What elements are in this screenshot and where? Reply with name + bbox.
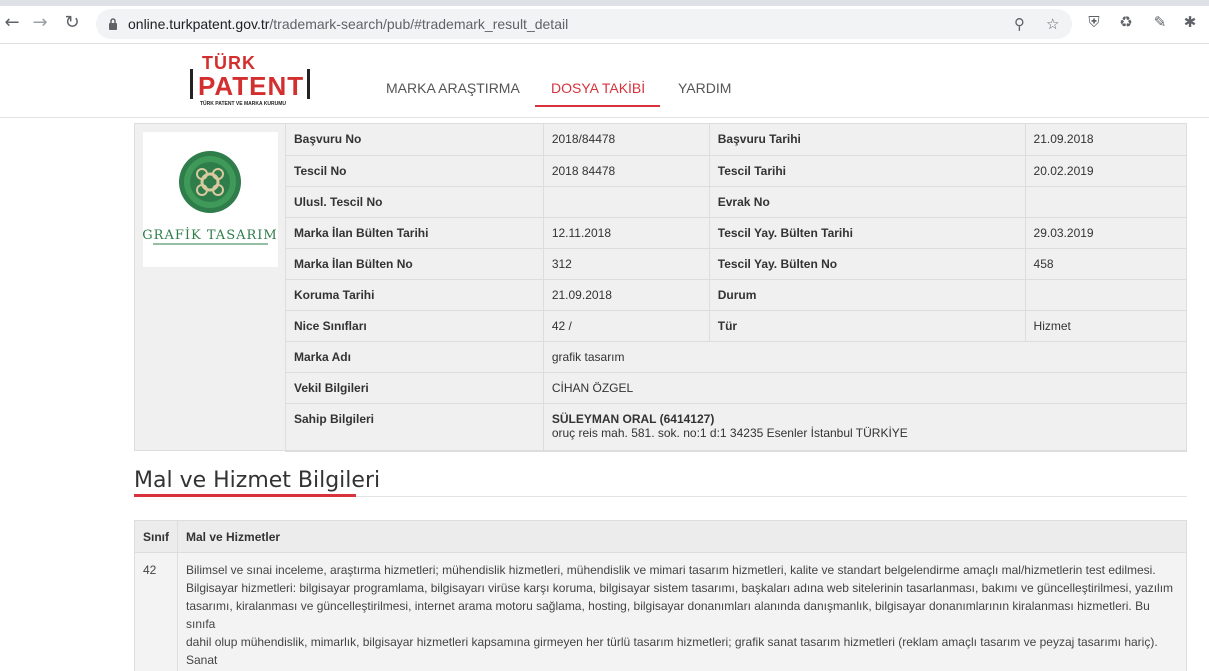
url-path: /trademark-search/pub/#trademark_result_…	[269, 16, 569, 32]
tab-strip	[0, 0, 1209, 6]
marka-adi-value: grafik tasarım	[542, 341, 1187, 373]
vekil-value: CİHAN ÖZGEL	[542, 372, 1187, 404]
field-label: Tescil Tarihi	[708, 155, 1026, 187]
trademark-image: GRAFİK TASARIM	[142, 132, 278, 267]
column-header-class: Sınıf	[134, 520, 178, 553]
trademark-logo-graphic: GRAFİK TASARIM	[142, 151, 278, 245]
field-label: Marka Adı	[285, 341, 544, 373]
trademark-detail-panel: GRAFİK TASARIM Başvuru No 2018/84478 Başvu…	[134, 123, 1187, 452]
table-row: Başvuru No 2018/84478 Başvuru Tarihi 21.09.…	[285, 124, 1187, 156]
extension-shield-icon[interactable]: ⛨	[1084, 13, 1104, 33]
field-label: Evrak No	[708, 186, 1026, 218]
recycle-icon[interactable]: ♻	[1116, 13, 1136, 33]
owner-name: SÜLEYMAN ORAL (6414127)	[551, 411, 715, 426]
site-header: TÜRK PATENT TÜRK PATENT VE MARKA KURUMU …	[0, 45, 1209, 118]
bookmark-star-icon[interactable]: ☆	[1046, 15, 1059, 33]
table-row: Marka İlan Bülten Tarihi 12.11.2018 Tescil…	[285, 217, 1187, 249]
field-label: Başvuru Tarihi	[708, 124, 1026, 156]
description-line: dahil olup mühendislik, mimarlık, bilgis…	[186, 635, 1158, 667]
logo-sub-text: TÜRK PATENT VE MARKA KURUMU	[200, 101, 287, 107]
detail-table: Başvuru No 2018/84478 Başvuru Tarihi 21.09.…	[285, 124, 1187, 452]
table-row: Marka Adı grafik tasarım	[285, 341, 1187, 373]
field-value: 312	[542, 248, 710, 280]
url-text[interactable]: online.turkpatent.gov.tr/trademark-searc…	[128, 16, 568, 32]
active-tab-indicator	[535, 105, 660, 107]
table-row: Marka İlan Bülten No 312 Tescil Yay. Bülte…	[285, 248, 1187, 280]
field-value	[542, 186, 710, 218]
description-line: tasarımı, kiralanması ve güncelleştirilm…	[186, 599, 1150, 631]
reload-icon[interactable]: ↻	[62, 13, 82, 33]
turkpatent-logo[interactable]: TÜRK PATENT TÜRK PATENT VE MARKA KURUMU	[190, 53, 310, 111]
field-label: Tür	[708, 310, 1026, 342]
field-value: 2018/84478	[542, 124, 710, 156]
nav-marka-arastirma[interactable]: MARKA ARAŞTIRMA	[386, 80, 520, 96]
field-label: Marka İlan Bülten Tarihi	[285, 217, 544, 249]
table-row: Ulusl. Tescil No Evrak No	[285, 186, 1187, 218]
puzzle-icon[interactable]: ✱	[1180, 13, 1200, 33]
address-bar[interactable]: online.turkpatent.gov.tr/trademark-searc…	[96, 9, 1072, 39]
back-icon[interactable]: ←	[2, 13, 22, 33]
field-value: 42 /	[542, 310, 710, 342]
description-line: Bilimsel ve sınai inceleme, araştırma hi…	[186, 563, 1156, 577]
class-number: 42	[134, 552, 178, 671]
field-label: Koruma Tarihi	[285, 279, 544, 311]
goods-services-table: Sınıf Mal ve Hizmetler 42 Bilimsel ve sın…	[134, 520, 1187, 671]
description-line: Bilgisayar hizmetleri: bilgisayar progra…	[186, 581, 1174, 595]
field-label: Tescil Yay. Bülten No	[708, 248, 1026, 280]
table-row: Sahip Bilgileri SÜLEYMAN ORAL (6414127) …	[285, 403, 1187, 452]
forward-icon[interactable]: →	[30, 13, 50, 33]
field-value: Hizmet	[1024, 310, 1187, 342]
field-label: Nice Sınıfları	[285, 310, 544, 342]
field-value	[1024, 186, 1187, 218]
field-label: Durum	[708, 279, 1026, 311]
field-label: Tescil No	[285, 155, 544, 187]
trademark-logo-text: GRAFİK TASARIM	[143, 226, 278, 243]
field-value: 29.03.2019	[1024, 217, 1187, 249]
table-row: 42 Bilimsel ve sınai inceleme, araştırma …	[134, 552, 1187, 671]
nav-dosya-takibi[interactable]: DOSYA TAKİBİ	[551, 80, 645, 96]
column-header-goods: Mal ve Hizmetler	[177, 520, 1187, 553]
browser-toolbar: ← → ↻ online.turkpatent.gov.tr/trademark…	[0, 0, 1209, 44]
field-value: 21.09.2018	[542, 279, 710, 311]
field-label: Ulusl. Tescil No	[285, 186, 544, 218]
field-label: Başvuru No	[285, 124, 544, 156]
field-label: Marka İlan Bülten No	[285, 248, 544, 280]
field-label: Vekil Bilgileri	[285, 372, 544, 404]
field-value	[1024, 279, 1187, 311]
field-value: 12.11.2018	[542, 217, 710, 249]
field-label: Sahip Bilgileri	[285, 403, 544, 452]
field-value: 458	[1024, 248, 1187, 280]
field-value: 21.09.2018	[1024, 124, 1187, 156]
table-header-row: Sınıf Mal ve Hizmetler	[134, 520, 1187, 553]
section-title: Mal ve Hizmet Bilgileri	[134, 468, 381, 493]
zoom-icon[interactable]: ⚲	[1014, 15, 1025, 33]
table-row: Vekil Bilgileri CİHAN ÖZGEL	[285, 372, 1187, 404]
table-row: Tescil No 2018 84478 Tescil Tarihi 20.02.20…	[285, 155, 1187, 187]
field-value: 2018 84478	[542, 155, 710, 187]
owner-address: oruç reis mah. 581. sok. no:1 d:1 34235 …	[551, 425, 908, 440]
table-row: Nice Sınıfları 42 /Tür Hizmet	[285, 310, 1187, 342]
goods-description: Bilimsel ve sınai inceleme, araştırma hi…	[177, 552, 1187, 671]
field-label: Tescil Yay. Bülten Tarihi	[708, 217, 1026, 249]
logo-main-text: PATENT	[198, 71, 305, 101]
url-host: online.turkpatent.gov.tr	[128, 16, 270, 32]
field-value: 20.02.2019	[1024, 155, 1187, 187]
section-title-underline	[134, 494, 356, 497]
pen-icon[interactable]: ✎	[1150, 13, 1170, 33]
table-row: Koruma Tarihi 21.09.2018 Durum	[285, 279, 1187, 311]
lock-icon	[109, 18, 117, 30]
nav-yardim[interactable]: YARDIM	[678, 80, 731, 96]
sahip-value: SÜLEYMAN ORAL (6414127) oruç reis mah. 5…	[542, 403, 1187, 452]
